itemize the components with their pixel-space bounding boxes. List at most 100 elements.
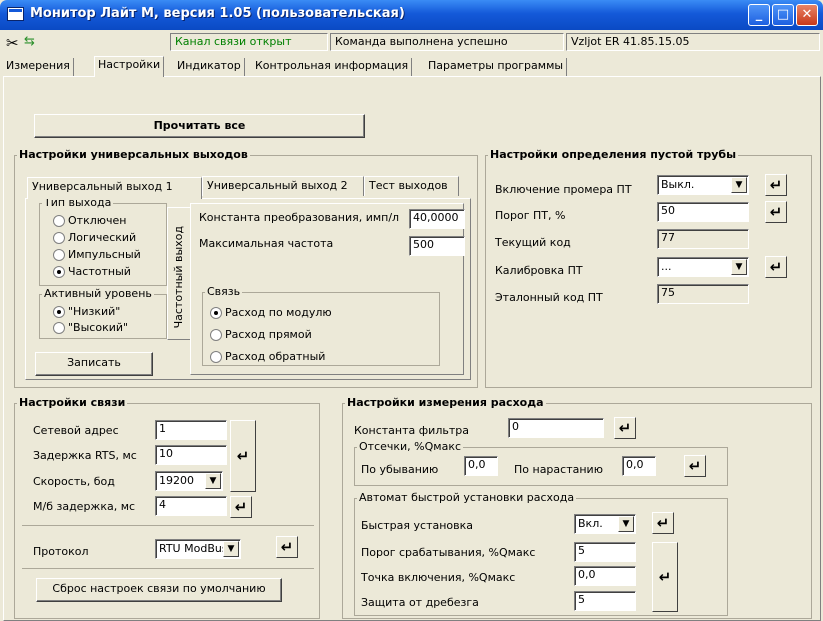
device-status: Vzljot ER 41.85.15.05 <box>566 33 820 51</box>
radio-level-low[interactable]: "Низкий" <box>52 305 120 318</box>
command-status: Команда выполнена успешно <box>330 33 564 51</box>
fast-select[interactable]: Вкл. ▼ <box>574 514 636 534</box>
speed-select[interactable]: 19200 ▼ <box>155 471 223 491</box>
pt-current-value: 77 <box>657 229 749 249</box>
pt-enable-select[interactable]: Выкл. ▼ <box>657 175 749 195</box>
proto-select[interactable]: RTU ModBus ▼ <box>155 539 241 559</box>
tab-settings[interactable]: Настройки <box>94 56 165 77</box>
read-all-button[interactable]: Прочитать все <box>34 114 365 138</box>
proto-label: Протокол <box>33 545 89 558</box>
pt-threshold-input[interactable]: 50 <box>657 202 749 222</box>
tab-control-info[interactable]: Контрольная информация <box>252 58 413 76</box>
disconnect-icon[interactable]: ✂ <box>6 34 19 52</box>
title-bar[interactable]: Монитор Лайт М, версия 1.05 (пользовател… <box>0 0 823 30</box>
dec-input[interactable]: 0,0 <box>464 456 498 476</box>
pt-enable-value: Выкл. <box>661 178 695 191</box>
empty-pipe-title: Настройки определения пустой трубы <box>488 148 739 161</box>
tab-measurements[interactable]: Измерения <box>3 58 74 76</box>
radio-type-off[interactable]: Отключен <box>52 214 126 227</box>
comm-divider <box>22 525 314 526</box>
maxfreq-input[interactable]: 500 <box>409 236 465 256</box>
minimize-button[interactable]: _ <box>748 4 770 26</box>
link-group-title: Связь <box>205 285 243 298</box>
radio-type-pulse[interactable]: Импульсный <box>52 248 141 261</box>
const-input[interactable]: 40,0000 <box>409 209 465 229</box>
addr-input[interactable]: 1 <box>155 420 227 440</box>
speed-value: 19200 <box>159 474 194 487</box>
radio-link-direct[interactable]: Расход прямой <box>209 328 312 341</box>
inc-input[interactable]: 0,0 <box>622 456 656 476</box>
filter-input[interactable]: 0 <box>508 418 604 438</box>
chevron-down-icon[interactable]: ▼ <box>223 541 239 557</box>
pt-ref-label: Эталонный код ПТ <box>495 291 603 304</box>
fast-apply-button[interactable]: ↵ <box>652 512 674 534</box>
close-button[interactable]: ✕ <box>796 4 818 26</box>
pt-calib-label: Калибровка ПТ <box>495 264 583 277</box>
flow-title: Настройки измерения расхода <box>345 396 546 409</box>
fast-label: Быстрая установка <box>361 519 474 532</box>
pt-current-label: Текущий код <box>495 236 571 249</box>
connect-icon[interactable]: ⇆ <box>24 34 35 49</box>
side-tab-label: Частотный выход <box>172 226 185 329</box>
channel-status: Канал связи открыт <box>170 33 328 51</box>
auto-group-title: Автомат быстрой установки расхода <box>357 491 577 504</box>
level-group-title: Активный уровень <box>42 287 154 300</box>
filter-label: Константа фильтра <box>354 424 469 437</box>
pt-enable-label: Включение промера ПТ <box>495 183 632 196</box>
outputs-title: Настройки универсальных выходов <box>17 148 250 161</box>
chevron-down-icon[interactable]: ▼ <box>731 177 747 193</box>
inc-label: По нарастанию <box>514 463 603 476</box>
speed-label: Скорость, бод <box>33 475 115 488</box>
maximize-button[interactable]: □ <box>772 4 794 26</box>
addr-rts-apply-button[interactable]: ↵ <box>230 420 256 492</box>
radio-type-logic[interactable]: Логический <box>52 231 136 244</box>
proto-apply-button[interactable]: ↵ <box>276 536 298 558</box>
addr-label: Сетевой адрес <box>33 424 119 437</box>
chevron-down-icon[interactable]: ▼ <box>618 516 634 532</box>
bounce-label: Защита от дребезга <box>361 596 479 609</box>
pt-threshold-label: Порог ПТ, % <box>495 209 566 222</box>
maxfreq-label: Максимальная частота <box>199 237 334 250</box>
rts-label: Задержка RTS, мс <box>33 449 137 462</box>
filter-apply-button[interactable]: ↵ <box>614 417 636 439</box>
fast-value: Вкл. <box>578 517 603 530</box>
point-input[interactable]: 0,0 <box>574 566 636 586</box>
pt-ref-value: 75 <box>657 284 749 304</box>
main-tabs: Измерения Настройки Индикатор Контрольна… <box>0 56 823 77</box>
app-icon <box>7 7 24 21</box>
radio-link-abs[interactable]: Расход по модулю <box>209 306 332 319</box>
radio-level-high[interactable]: "Высокий" <box>52 321 128 334</box>
pt-enable-apply-button[interactable]: ↵ <box>765 174 787 196</box>
cutoff-apply-button[interactable]: ↵ <box>684 455 706 477</box>
rts-input[interactable]: 10 <box>155 445 227 465</box>
side-tab[interactable]: Частотный выход <box>167 207 191 340</box>
chevron-down-icon[interactable]: ▼ <box>205 473 221 489</box>
chevron-down-icon[interactable]: ▼ <box>731 259 747 275</box>
pt-threshold-apply-button[interactable]: ↵ <box>765 201 787 223</box>
delay-label: М/б задержка, мс <box>33 500 136 513</box>
main-window: Монитор Лайт М, версия 1.05 (пользовател… <box>0 0 823 621</box>
tab-output-test[interactable]: Тест выходов <box>364 176 459 196</box>
const-label: Константа преобразования, имп/л <box>199 211 400 224</box>
radio-type-freq[interactable]: Частотный <box>52 265 131 278</box>
window-title: Монитор Лайт М, версия 1.05 (пользовател… <box>30 6 405 21</box>
tab-output-2[interactable]: Универсальный выход 2 <box>202 176 364 196</box>
auto-apply-button[interactable]: ↵ <box>652 542 678 612</box>
reset-comm-button[interactable]: Сброс настроек связи по умолчанию <box>36 578 282 602</box>
bounce-input[interactable]: 5 <box>574 591 636 611</box>
delay-input[interactable]: 4 <box>155 496 227 516</box>
tab-output-1[interactable]: Универсальный выход 1 <box>27 177 202 199</box>
tab-indicator[interactable]: Индикатор <box>174 58 245 76</box>
delay-apply-button[interactable]: ↵ <box>230 496 252 518</box>
trig-label: Порог срабатывания, %Qмакс <box>361 546 536 559</box>
radio-link-reverse[interactable]: Расход обратный <box>209 350 325 363</box>
trig-input[interactable]: 5 <box>574 542 636 562</box>
proto-value: RTU ModBus <box>159 542 228 555</box>
pt-calib-value: ... <box>661 260 672 273</box>
comm-divider-2 <box>22 568 314 569</box>
tab-program-params[interactable]: Параметры программы <box>425 58 568 76</box>
point-label: Точка включения, %Qмакс <box>361 571 516 584</box>
pt-calib-apply-button[interactable]: ↵ <box>765 256 787 278</box>
write-button[interactable]: Записать <box>35 352 153 376</box>
pt-calib-select[interactable]: ... ▼ <box>657 257 749 277</box>
